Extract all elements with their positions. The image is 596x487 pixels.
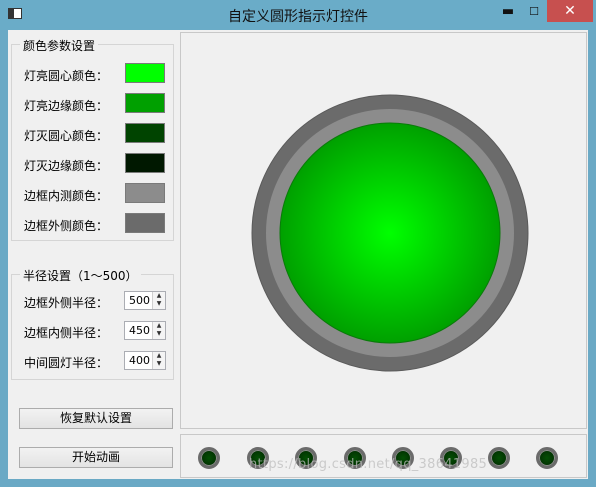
close-button[interactable]: ✕ bbox=[547, 0, 593, 22]
watermark-text: https://blog.csdn.net/qq_38641985 bbox=[249, 457, 488, 472]
window-client-area: 颜色参数设置 灯亮圆心颜色： 灯亮边缘颜色： 灯灭圆心颜色： 灯灭边缘颜色： 边… bbox=[8, 30, 588, 479]
spinbox-buttons: ▲ ▼ bbox=[152, 352, 165, 369]
spin-up-arrow-icon[interactable]: ▲ bbox=[153, 352, 165, 360]
indicator-led-light[interactable] bbox=[279, 122, 501, 344]
radius-settings-group: 半径设置（1～500） 边框外侧半径： 500 ▲ ▼ 边框内侧半径： 450 … bbox=[11, 267, 174, 380]
led-off-edge-color-swatch[interactable] bbox=[125, 153, 165, 173]
reset-defaults-button[interactable]: 恢复默认设置 bbox=[19, 408, 173, 429]
border-outer-color-swatch[interactable] bbox=[125, 213, 165, 233]
center-led-radius-label: 中间圆灯半径： bbox=[24, 356, 109, 370]
spin-down-arrow-icon[interactable]: ▼ bbox=[153, 330, 165, 338]
led-on-center-color-label: 灯亮圆心颜色： bbox=[24, 69, 109, 83]
spin-up-arrow-icon[interactable]: ▲ bbox=[153, 292, 165, 300]
border-outer-color-label: 边框外侧颜色： bbox=[24, 219, 109, 233]
small-led-indicator[interactable] bbox=[198, 447, 220, 469]
led-on-center-color-swatch[interactable] bbox=[125, 63, 165, 83]
spin-down-arrow-icon[interactable]: ▼ bbox=[153, 300, 165, 308]
small-led-indicator[interactable] bbox=[536, 447, 558, 469]
small-led-indicator[interactable] bbox=[488, 447, 510, 469]
color-settings-group: 颜色参数设置 灯亮圆心颜色： 灯亮边缘颜色： 灯灭圆心颜色： 灯灭边缘颜色： 边… bbox=[11, 37, 174, 241]
spinbox-value[interactable]: 450 bbox=[129, 324, 150, 337]
spin-up-arrow-icon[interactable]: ▲ bbox=[153, 322, 165, 330]
led-on-edge-color-label: 灯亮边缘颜色： bbox=[24, 99, 109, 113]
indicator-preview-panel bbox=[180, 32, 587, 429]
spin-down-arrow-icon[interactable]: ▼ bbox=[153, 360, 165, 368]
spinbox-value[interactable]: 400 bbox=[129, 354, 150, 367]
spinbox-buttons: ▲ ▼ bbox=[152, 292, 165, 309]
title-bar[interactable]: 自定义圆形指示灯控件 ▬ ☐ ✕ bbox=[0, 0, 596, 30]
spinbox-buttons: ▲ ▼ bbox=[152, 322, 165, 339]
border-outer-radius-label: 边框外侧半径： bbox=[24, 296, 109, 310]
border-inner-radius-label: 边框内侧半径： bbox=[24, 326, 109, 340]
minimize-button[interactable]: ▬ bbox=[495, 2, 521, 22]
led-off-center-color-label: 灯灭圆心颜色： bbox=[24, 129, 109, 143]
led-on-edge-color-swatch[interactable] bbox=[125, 93, 165, 113]
led-row-panel: https://blog.csdn.net/qq_38641985 bbox=[180, 434, 587, 478]
border-inner-color-label: 边框内测颜色： bbox=[24, 189, 109, 203]
maximize-button[interactable]: ☐ bbox=[521, 2, 547, 22]
border-outer-radius-spinbox[interactable]: 500 ▲ ▼ bbox=[124, 291, 166, 310]
indicator-canvas bbox=[251, 94, 529, 372]
color-group-title: 颜色参数设置 bbox=[20, 37, 99, 54]
radius-group-title: 半径设置（1～500） bbox=[20, 267, 141, 284]
border-inner-color-swatch[interactable] bbox=[125, 183, 165, 203]
led-off-edge-color-label: 灯灭边缘颜色： bbox=[24, 159, 109, 173]
center-led-radius-spinbox[interactable]: 400 ▲ ▼ bbox=[124, 351, 166, 370]
start-animation-button[interactable]: 开始动画 bbox=[19, 447, 173, 468]
spinbox-value[interactable]: 500 bbox=[129, 294, 150, 307]
led-off-center-color-swatch[interactable] bbox=[125, 123, 165, 143]
border-inner-radius-spinbox[interactable]: 450 ▲ ▼ bbox=[124, 321, 166, 340]
